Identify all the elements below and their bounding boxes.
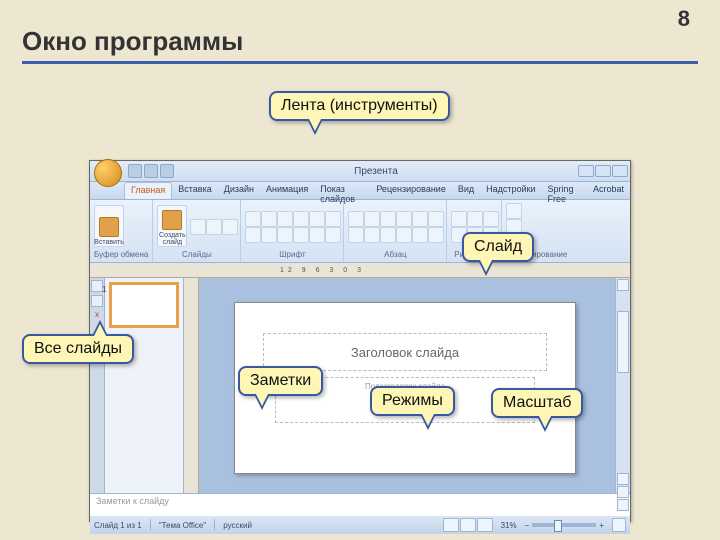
work-area: x Заголовок слайда Подзаголовок слайда: [90, 278, 630, 493]
slide-thumbnail-1[interactable]: [109, 282, 179, 328]
paste-icon: [99, 217, 119, 237]
paste-button[interactable]: Вставить: [94, 205, 124, 247]
ribbon-tabs: Главная Вставка Дизайн Анимация Показ сл…: [90, 182, 630, 200]
maximize-button[interactable]: [595, 165, 611, 177]
callout-notes: Заметки: [238, 366, 323, 396]
status-slide-count: Слайд 1 из 1: [94, 521, 142, 530]
horizontal-ruler: 12 9 6 3 0 3: [90, 263, 630, 278]
callout-ribbon-text: Лента (инструменты): [281, 97, 438, 114]
fit-to-window-icon[interactable]: [612, 518, 626, 532]
new-slide-icon: [162, 210, 182, 230]
window-title: Презента: [174, 166, 578, 177]
app-window: Презента Главная Вставка Дизайн Анимация…: [89, 160, 631, 522]
tab-insert[interactable]: Вставка: [172, 182, 217, 199]
tab-acrobat[interactable]: Acrobat: [587, 182, 630, 199]
tab-view[interactable]: Вид: [452, 182, 480, 199]
notes-pane[interactable]: Заметки к слайду: [90, 493, 630, 516]
tab-home[interactable]: Главная: [124, 182, 172, 199]
group-clipboard: Вставить Буфер обмена: [90, 200, 153, 262]
tab-review[interactable]: Рецензирование: [370, 182, 452, 199]
new-slide-button[interactable]: Создать слайд: [157, 205, 187, 247]
title-rule: [22, 61, 698, 64]
close-button[interactable]: [612, 165, 628, 177]
callout-slide: Слайд: [462, 232, 534, 262]
vertical-scrollbar[interactable]: [615, 278, 630, 493]
status-theme: "Тема Office": [159, 521, 207, 530]
callout-modes-text: Режимы: [382, 392, 443, 409]
callout-slide-text: Слайд: [474, 238, 522, 255]
callout-zoom: Масштаб: [491, 388, 583, 418]
status-language[interactable]: русский: [223, 521, 252, 530]
vertical-ruler: [184, 278, 199, 493]
office-button[interactable]: [94, 159, 122, 187]
zoom-slider[interactable]: −+: [525, 521, 604, 530]
group-slides: Создать слайд Слайды: [153, 200, 241, 262]
page-number: 8: [678, 6, 690, 32]
ribbon: Вставить Буфер обмена Создать слайд Слай…: [90, 200, 630, 263]
view-mode-buttons[interactable]: [443, 518, 493, 532]
quick-access-toolbar[interactable]: [128, 164, 174, 178]
callout-all-slides-text: Все слайды: [34, 340, 122, 357]
callout-zoom-text: Масштаб: [503, 394, 571, 411]
window-titlebar: Презента: [90, 161, 630, 182]
tab-animation[interactable]: Анимация: [260, 182, 314, 199]
page-title: Окно программы: [22, 26, 698, 57]
slide-thumbnails-pane[interactable]: [105, 278, 184, 493]
callout-ribbon: Лента (инструменты): [269, 91, 450, 121]
tab-spring[interactable]: Spring Free: [542, 182, 587, 199]
tab-slideshow[interactable]: Показ слайдов: [314, 182, 370, 199]
tab-addins[interactable]: Надстройки: [480, 182, 541, 199]
group-paragraph: Абзац: [344, 200, 447, 262]
sorter-view-icon[interactable]: [460, 518, 476, 532]
minimize-button[interactable]: [578, 165, 594, 177]
group-font: Шрифт: [241, 200, 344, 262]
normal-view-icon[interactable]: [443, 518, 459, 532]
slideshow-view-icon[interactable]: [477, 518, 493, 532]
zoom-value[interactable]: 31%: [501, 521, 517, 530]
status-bar: Слайд 1 из 1 "Тема Office" русский 31% −…: [90, 516, 630, 534]
callout-modes: Режимы: [370, 386, 455, 416]
slides-outline-tabs[interactable]: x: [90, 278, 105, 493]
callout-all-slides: Все слайды: [22, 334, 134, 364]
callout-notes-text: Заметки: [250, 372, 311, 389]
tab-design[interactable]: Дизайн: [218, 182, 260, 199]
